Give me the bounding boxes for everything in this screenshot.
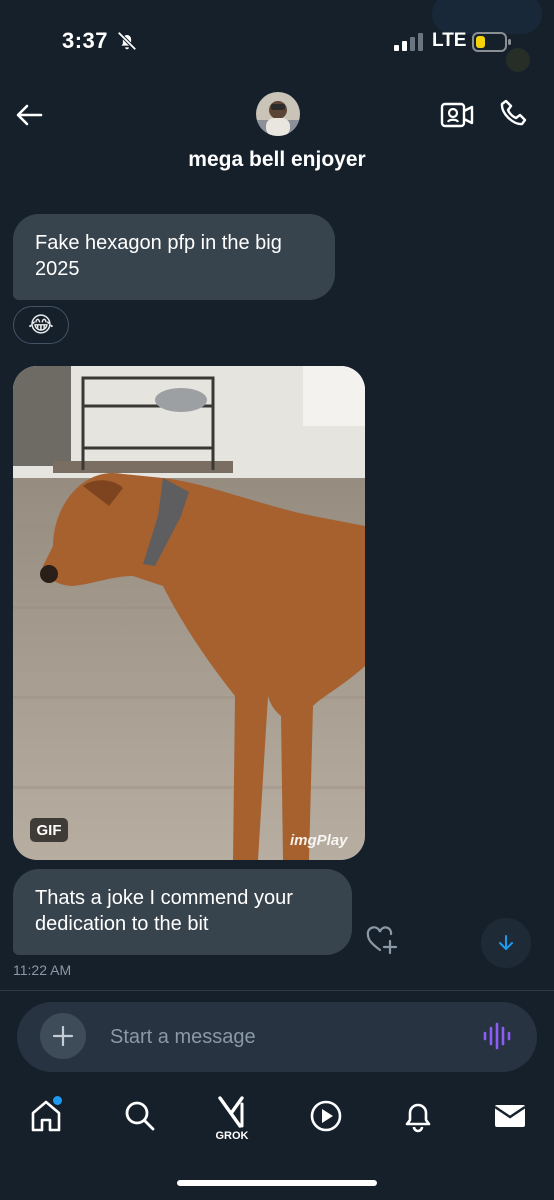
scroll-to-bottom-button[interactable] [481,918,531,968]
video-call-icon[interactable] [440,100,474,130]
message-text: Fake hexagon pfp in the big 2025 [35,232,282,280]
grok-icon[interactable] [214,1094,250,1130]
network-type: LTE [432,30,467,51]
plus-icon [52,1025,74,1047]
message-bubble-received[interactable]: Thats a joke I commend your dedication t… [13,869,352,955]
back-arrow-icon[interactable] [14,100,44,130]
gif-message[interactable] [13,366,365,860]
laughing-emoji: 😂 [28,312,54,337]
play-icon[interactable] [308,1098,344,1134]
phone-icon[interactable] [498,98,530,130]
heart-plus-icon[interactable] [366,926,398,954]
contact-avatar[interactable] [256,92,300,136]
grok-label: GROK [215,1130,249,1142]
signal-icon [394,33,423,51]
add-media-button[interactable] [40,1013,86,1059]
voice-wave-icon[interactable] [482,1022,512,1050]
status-time: 3:37 [62,28,109,53]
message-timestamp: 11:22 AM [13,962,72,978]
gif-badge: GIF [30,818,68,842]
muted-bell-icon [117,31,137,51]
message-text: Thats a joke I commend your dedication t… [35,887,293,935]
search-icon[interactable] [122,1098,158,1134]
imgplay-watermark: imgPlay [290,832,348,849]
divider [0,990,554,991]
battery-icon [472,32,511,52]
live-activity-blur [432,0,542,34]
notification-dot [53,1096,62,1105]
mail-icon[interactable] [492,1098,528,1134]
message-bubble-received[interactable]: Fake hexagon pfp in the big 2025 [13,214,335,300]
reaction-badge[interactable]: 😂 [13,306,69,344]
arrow-down-icon [499,935,513,950]
contact-name[interactable]: mega bell enjoyer [0,148,554,172]
home-indicator [177,1180,377,1186]
message-input[interactable] [110,1024,450,1050]
bell-icon[interactable] [400,1098,436,1134]
